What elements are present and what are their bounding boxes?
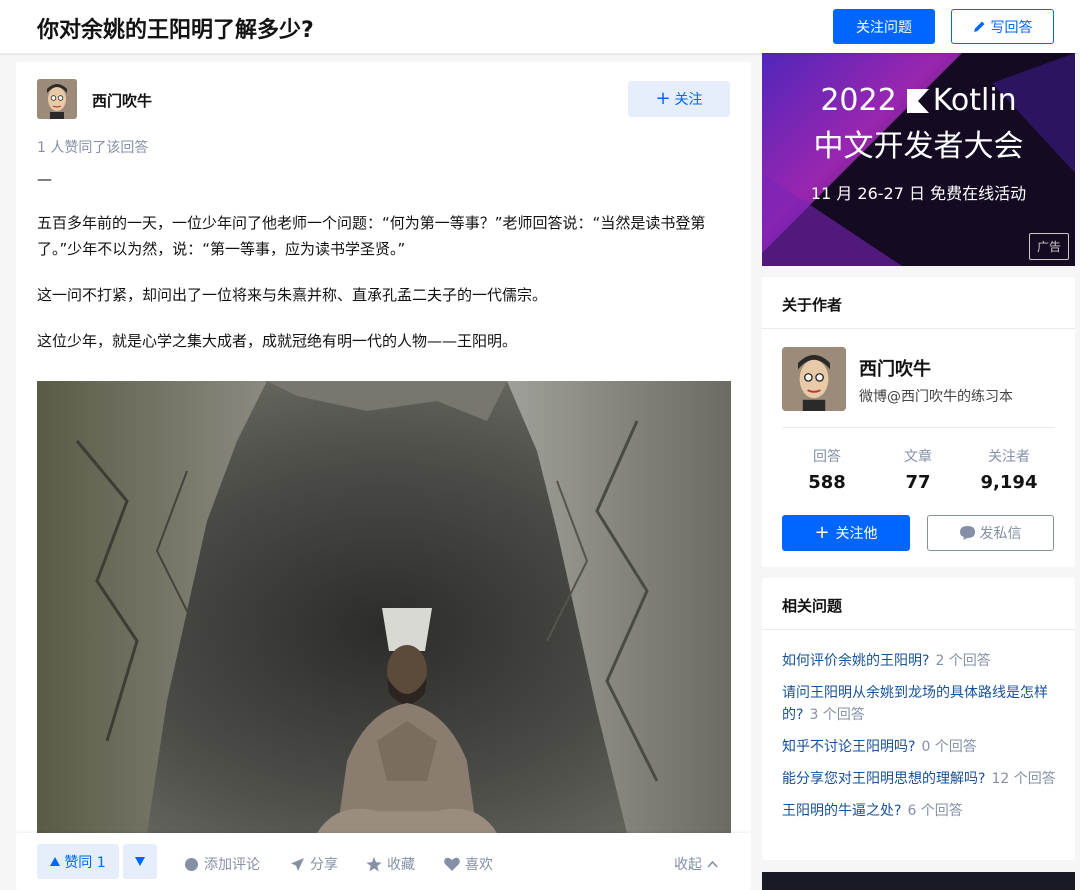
related-question-item[interactable]: 王阳明的牛逼之处? 6 个回答 xyxy=(782,800,1057,822)
question-title[interactable]: 你对余姚的王阳明了解多少? xyxy=(37,12,314,44)
stat-label: 回答 xyxy=(813,449,841,465)
collect-label: 收藏 xyxy=(387,857,415,873)
answer-content: — 五百多年前的一天，一位少年问了他老师一个问题：“何为第一等事？”老师回答说：… xyxy=(37,166,731,374)
paragraph: 这一问不打紧，却问出了一位将来与朱熹并称、直承孔孟二夫子的一代儒宗。 xyxy=(37,286,548,304)
follow-him-button[interactable]: + 关注他 xyxy=(782,515,910,551)
paragraph: 这位少年，就是心学之集大成者，成就冠绝有明一代的人物——王阳明。 xyxy=(37,332,518,350)
follow-author-button[interactable]: + 关注 xyxy=(628,81,730,117)
follow-author-label: 关注 xyxy=(674,92,703,108)
share-label: 分享 xyxy=(310,857,338,873)
ad-date: 11 月 26-27 日 免费在线活动 xyxy=(810,184,1027,203)
triangle-down-icon xyxy=(135,857,145,866)
answer-count: 12 个回答 xyxy=(991,771,1056,787)
follow-him-label: 关注他 xyxy=(835,526,878,542)
related-question-item[interactable]: 如何评价余姚的王阳明? 2 个回答 xyxy=(782,650,1057,672)
separator-dash: — xyxy=(37,170,52,188)
avatar-illustration xyxy=(782,347,846,411)
cave-statue-image xyxy=(37,381,731,833)
comment-button[interactable]: 添加评论 xyxy=(184,854,260,874)
comment-label: 添加评论 xyxy=(204,857,260,873)
question-header: 你对余姚的王阳明了解多少? 关注问题 写回答 xyxy=(0,0,1080,53)
related-question-link[interactable]: 能分享您对王阳明思想的理解吗? xyxy=(782,771,985,787)
send-message-button[interactable]: 发私信 xyxy=(927,515,1054,551)
divider xyxy=(762,629,1075,630)
related-question-link[interactable]: 王阳明的牛逼之处? xyxy=(782,803,901,819)
answer-action-bar: 赞同 1 添加评论 分享 收藏 喜欢 收起 xyxy=(16,833,751,890)
message-icon xyxy=(959,526,975,540)
answer-count: 3 个回答 xyxy=(809,707,865,723)
stat-label: 关注者 xyxy=(988,449,1030,465)
related-questions-title: 相关问题 xyxy=(782,597,843,615)
ad-headline: 2022 Kotlin xyxy=(762,83,1075,118)
avatar-illustration xyxy=(37,79,77,119)
related-question-link[interactable]: 知乎不讨论王阳明吗? xyxy=(782,739,915,755)
write-answer-button[interactable]: 写回答 xyxy=(951,9,1054,44)
plus-icon: + xyxy=(814,522,830,543)
about-author-avatar[interactable] xyxy=(782,347,846,411)
like-label: 喜欢 xyxy=(465,857,493,873)
author-avatar[interactable] xyxy=(37,79,77,119)
about-author-title: 关于作者 xyxy=(782,296,843,314)
upvote-label: 赞同 1 xyxy=(64,854,106,871)
stat-articles[interactable]: 文章 77 xyxy=(873,446,963,493)
downvote-button[interactable] xyxy=(123,844,157,879)
ad-banner[interactable]: 2022 Kotlin 中文开发者大会 11 月 26-27 日 免费在线活动 … xyxy=(762,53,1075,266)
voters-count[interactable]: 1 人赞同了该回答 xyxy=(37,137,148,157)
collapse-label: 收起 xyxy=(674,857,702,873)
about-author-card: 关于作者 西门吹牛 微博@西门吹牛的练习本 回答 588 文章 77 关注者 9… xyxy=(762,277,1075,567)
related-question-item[interactable]: 知乎不讨论王阳明吗? 0 个回答 xyxy=(782,736,1057,758)
ad-label: 广告 xyxy=(1028,233,1069,260)
related-questions-list: 如何评价余姚的王阳明? 2 个回答 请问王阳明从余姚到龙场的具体路线是怎样的? 3 … xyxy=(782,650,1057,832)
upvote-button[interactable]: 赞同 1 xyxy=(37,844,119,879)
star-icon xyxy=(366,856,382,871)
stat-value: 9,194 xyxy=(980,472,1038,493)
stat-followers[interactable]: 关注者 9,194 xyxy=(964,446,1054,493)
divider xyxy=(782,427,1055,428)
ad-year: 2022 xyxy=(820,83,897,118)
collect-button[interactable]: 收藏 xyxy=(366,854,415,874)
divider xyxy=(762,328,1075,329)
stat-value: 77 xyxy=(905,472,931,493)
plus-icon: + xyxy=(655,88,671,109)
comment-icon xyxy=(185,857,198,871)
related-question-link[interactable]: 如何评价余姚的王阳明? xyxy=(782,653,929,669)
like-button[interactable]: 喜欢 xyxy=(444,854,493,874)
pencil-icon xyxy=(973,21,984,32)
share-button[interactable]: 分享 xyxy=(290,854,338,874)
stat-answers[interactable]: 回答 588 xyxy=(782,446,872,493)
write-answer-label: 写回答 xyxy=(990,19,1033,36)
stat-value: 588 xyxy=(808,472,846,493)
answer-count: 2 个回答 xyxy=(935,653,991,669)
answer-card: 西门吹牛 + 关注 1 人赞同了该回答 — 五百多年前的一天，一位少年问了他老师… xyxy=(16,62,751,890)
chevron-up-icon xyxy=(707,860,718,868)
stat-label: 文章 xyxy=(904,449,932,465)
about-author-bio: 微博@西门吹牛的练习本 xyxy=(859,389,1013,405)
statue-photo[interactable] xyxy=(37,381,731,833)
triangle-up-icon xyxy=(50,857,61,866)
answer-count: 0 个回答 xyxy=(921,739,977,755)
paragraph: 五百多年前的一天，一位少年问了他老师一个问题：“何为第一等事？”老师回答说：“当… xyxy=(37,214,706,258)
ad-brand: Kotlin xyxy=(932,83,1017,118)
heart-icon xyxy=(444,857,460,871)
about-author-name[interactable]: 西门吹牛 xyxy=(859,355,931,381)
answer-count: 6 个回答 xyxy=(907,803,963,819)
second-ad-banner[interactable] xyxy=(762,872,1075,890)
follow-question-button[interactable]: 关注问题 xyxy=(833,9,935,44)
related-questions-card: 相关问题 如何评价余姚的王阳明? 2 个回答 请问王阳明从余姚到龙场的具体路线是怎… xyxy=(762,578,1075,860)
author-name[interactable]: 西门吹牛 xyxy=(92,90,152,111)
ad-subtitle: 中文开发者大会 xyxy=(813,129,1024,164)
share-icon xyxy=(291,857,304,871)
related-question-item[interactable]: 能分享您对王阳明思想的理解吗? 12 个回答 xyxy=(782,768,1057,790)
related-question-item[interactable]: 请问王阳明从余姚到龙场的具体路线是怎样的? 3 个回答 xyxy=(782,682,1057,726)
collapse-button[interactable]: 收起 xyxy=(674,854,718,874)
send-message-label: 发私信 xyxy=(979,526,1022,542)
kotlin-logo-icon xyxy=(906,88,929,113)
